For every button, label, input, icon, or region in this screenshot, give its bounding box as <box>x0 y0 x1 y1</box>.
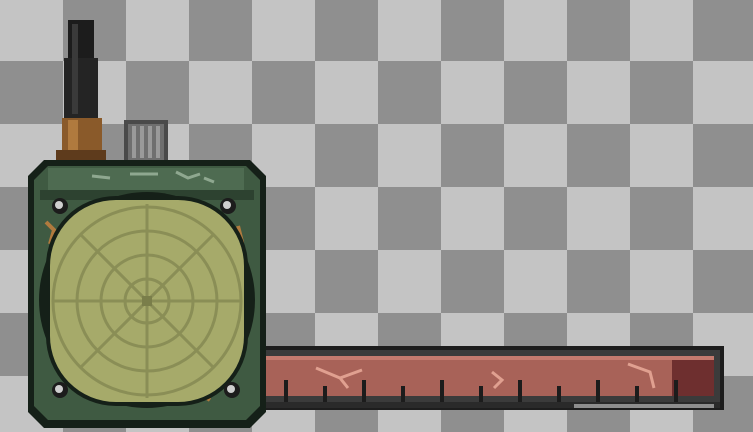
gauge-tick <box>479 386 483 404</box>
radar-screen-icon <box>39 192 255 408</box>
gauge-tick <box>440 380 444 404</box>
antenna-icon <box>56 20 106 162</box>
gauge-tick <box>596 380 600 404</box>
screw-icon <box>52 198 68 214</box>
sprite-stage <box>0 0 753 432</box>
gauge-tick <box>323 386 327 404</box>
gauge-tick <box>635 386 639 404</box>
screw-icon <box>220 198 236 214</box>
gauge-tick <box>362 380 366 404</box>
gauge-tick <box>518 380 522 404</box>
screw-icon <box>52 382 68 398</box>
gauge-tick <box>401 386 405 404</box>
knob-icon[interactable] <box>124 120 168 164</box>
radar-device <box>28 20 724 428</box>
gauge-tick <box>557 386 561 404</box>
gauge-tick <box>284 380 288 404</box>
gauge-bar-icon <box>250 346 724 410</box>
gauge-tick <box>674 380 678 404</box>
screw-icon <box>224 382 240 398</box>
